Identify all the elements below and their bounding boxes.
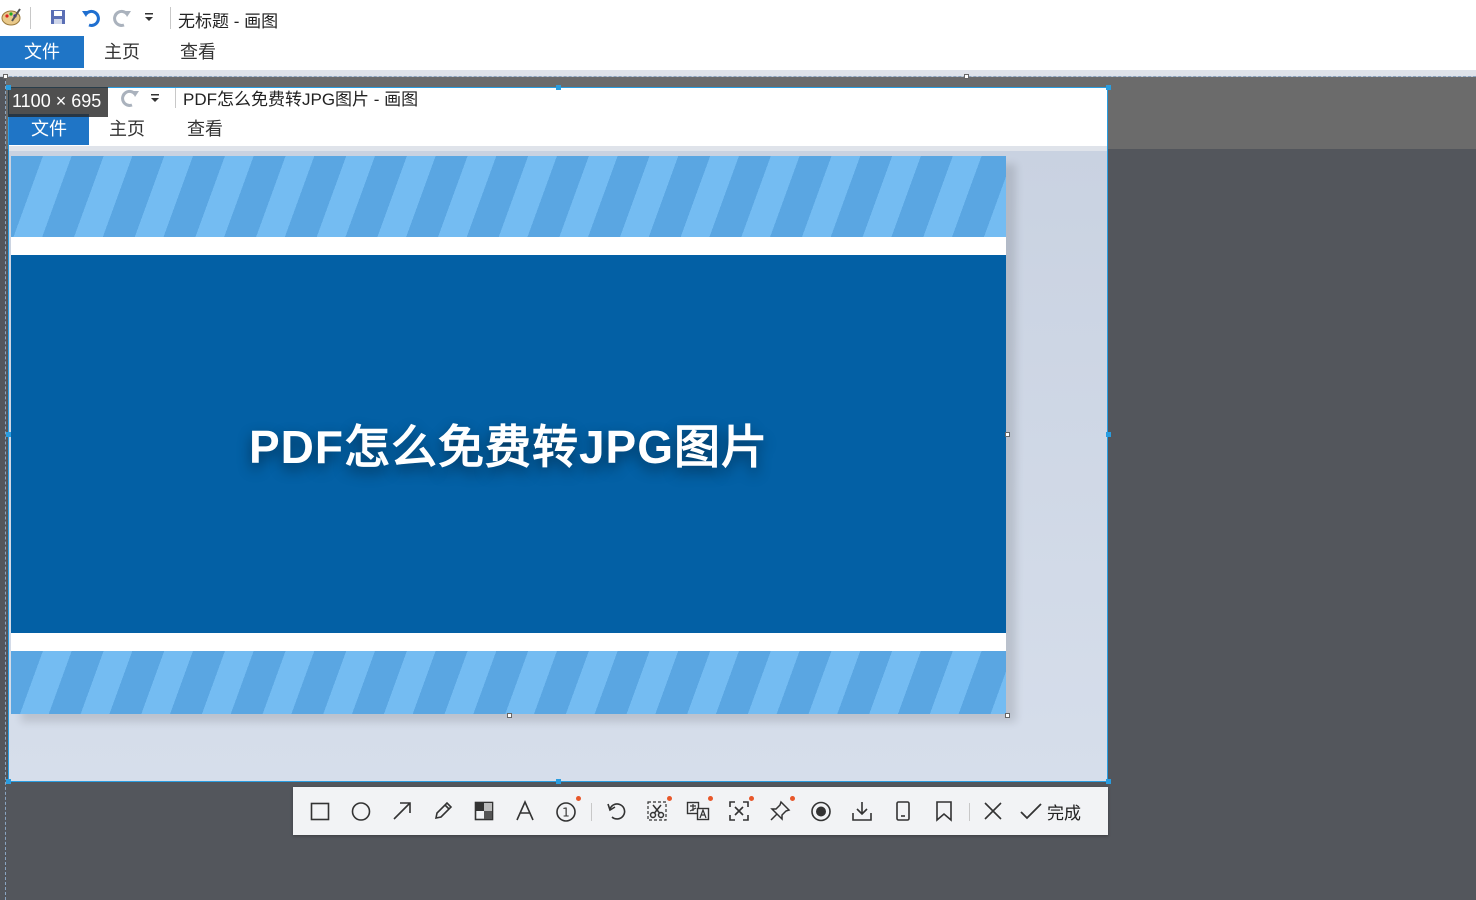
canvas-resize-handle[interactable] <box>3 74 8 79</box>
toolbar-separator <box>591 803 592 821</box>
new-feature-dot <box>667 796 672 801</box>
rectangle-tool-button[interactable] <box>306 797 334 825</box>
window-title: 无标题 - 画图 <box>178 12 279 31</box>
selection-handle-right[interactable] <box>1106 432 1111 437</box>
save-download-button[interactable] <box>848 797 876 825</box>
inner-qat-separator <box>175 88 176 108</box>
canvas-dashed-border <box>4 76 1476 77</box>
pencil-tool-button[interactable] <box>429 797 457 825</box>
banner-headline: PDF怎么免费转JPG图片 <box>248 421 769 473</box>
arrow-icon <box>393 802 411 820</box>
undo-icon <box>607 803 626 820</box>
new-feature-dot <box>576 796 581 801</box>
canvas-resize-handle[interactable] <box>964 74 969 79</box>
cutout-tool-button[interactable] <box>643 796 672 825</box>
selection-handle-top-right[interactable] <box>1106 85 1111 90</box>
arrow-tool-button[interactable] <box>388 797 416 825</box>
banner-image: PDF怎么免费转JPG图片 <box>11 156 1006 714</box>
quick-access-toolbar: 无标题 - 画图 <box>0 0 1476 36</box>
capture-selection[interactable]: PDF怎么免费转JPG图片 - 画图 文件 主页 查看 PDF怎么免费转JPG图… <box>8 87 1108 782</box>
banner-top-stripes <box>11 156 1006 237</box>
pin-icon <box>770 800 791 821</box>
tab-home[interactable]: 主页 <box>86 36 158 68</box>
ribbon-tabs: 文件 主页 查看 <box>0 36 1476 70</box>
translate-tool-button[interactable] <box>684 796 713 825</box>
qat-separator <box>30 7 31 29</box>
selection-handle-top[interactable] <box>556 85 561 90</box>
scissors-icon <box>647 801 667 821</box>
inner-redo-icon <box>119 88 141 113</box>
selection-size-label: 1100 × 695 <box>8 87 108 117</box>
selection-handle-left[interactable] <box>6 432 11 437</box>
done-button[interactable]: 完成 <box>1019 797 1081 825</box>
number-marker-icon: 1 <box>556 802 576 822</box>
pin-tool-button[interactable] <box>766 796 795 825</box>
record-tool-button[interactable] <box>807 797 835 825</box>
ocr-icon <box>729 801 749 821</box>
toolbar-separator <box>969 803 970 821</box>
undo-icon[interactable] <box>80 6 102 28</box>
inner-tab-file: 文件 <box>9 114 89 145</box>
number-marker-tool-button[interactable]: 1 <box>552 796 581 825</box>
inner-tab-view: 查看 <box>187 119 223 139</box>
selection-handle-bottom-right[interactable] <box>1106 779 1111 784</box>
ellipse-tool-button[interactable] <box>347 797 375 825</box>
paint-app-icon[interactable] <box>0 6 22 28</box>
selection-handle-bottom[interactable] <box>556 779 561 784</box>
canvas-dashed-border <box>5 76 6 900</box>
phone-icon <box>896 801 910 821</box>
selection-handle-top-left[interactable] <box>6 85 11 90</box>
checkmark-icon <box>1020 803 1042 820</box>
download-icon <box>852 802 872 821</box>
new-feature-dot <box>749 796 754 801</box>
image-resize-handle[interactable] <box>1005 432 1010 437</box>
done-label: 完成 <box>1047 803 1081 823</box>
new-feature-dot <box>790 796 795 801</box>
undo-tool-button[interactable] <box>602 797 630 825</box>
inner-quick-access-toolbar: PDF怎么免费转JPG图片 - 画图 <box>9 88 1107 114</box>
inner-qat-dropdown-icon <box>149 91 161 109</box>
new-feature-dot <box>708 796 713 801</box>
inner-ribbon-tabs: 文件 主页 查看 <box>9 114 1107 146</box>
text-icon <box>516 800 534 821</box>
record-icon <box>811 801 831 822</box>
selection-handle-bottom-left[interactable] <box>6 779 11 784</box>
banner-title-panel: PDF怎么免费转JPG图片 <box>11 255 1006 633</box>
pencil-icon <box>434 801 453 820</box>
redo-icon[interactable] <box>111 6 133 28</box>
ocr-tool-button[interactable] <box>725 796 754 825</box>
close-icon <box>984 802 1002 820</box>
capture-toolbar: 1 完成 <box>293 787 1108 835</box>
inner-tab-home: 主页 <box>109 119 145 139</box>
text-tool-button[interactable] <box>511 797 539 825</box>
cancel-button[interactable] <box>979 797 1007 825</box>
mosaic-tool-button[interactable] <box>470 797 498 825</box>
number-marker-text: 1 <box>562 806 570 820</box>
tab-view[interactable]: 查看 <box>162 36 234 68</box>
banner-bottom-stripes <box>11 651 1006 714</box>
send-to-phone-button[interactable] <box>889 797 917 825</box>
tab-file[interactable]: 文件 <box>0 36 84 68</box>
bookmark-button[interactable] <box>930 797 958 825</box>
ellipse-icon <box>351 802 371 821</box>
save-icon[interactable] <box>47 6 69 28</box>
rectangle-icon <box>310 802 330 821</box>
bookmark-icon <box>936 801 952 822</box>
qat-dropdown-icon[interactable] <box>138 6 160 28</box>
translate-icon <box>686 801 710 821</box>
inner-window-title: PDF怎么免费转JPG图片 - 画图 <box>183 90 419 109</box>
image-resize-handle[interactable] <box>507 713 512 718</box>
mosaic-icon <box>474 801 494 821</box>
qat-separator <box>170 7 171 29</box>
image-resize-handle[interactable] <box>1005 713 1010 718</box>
